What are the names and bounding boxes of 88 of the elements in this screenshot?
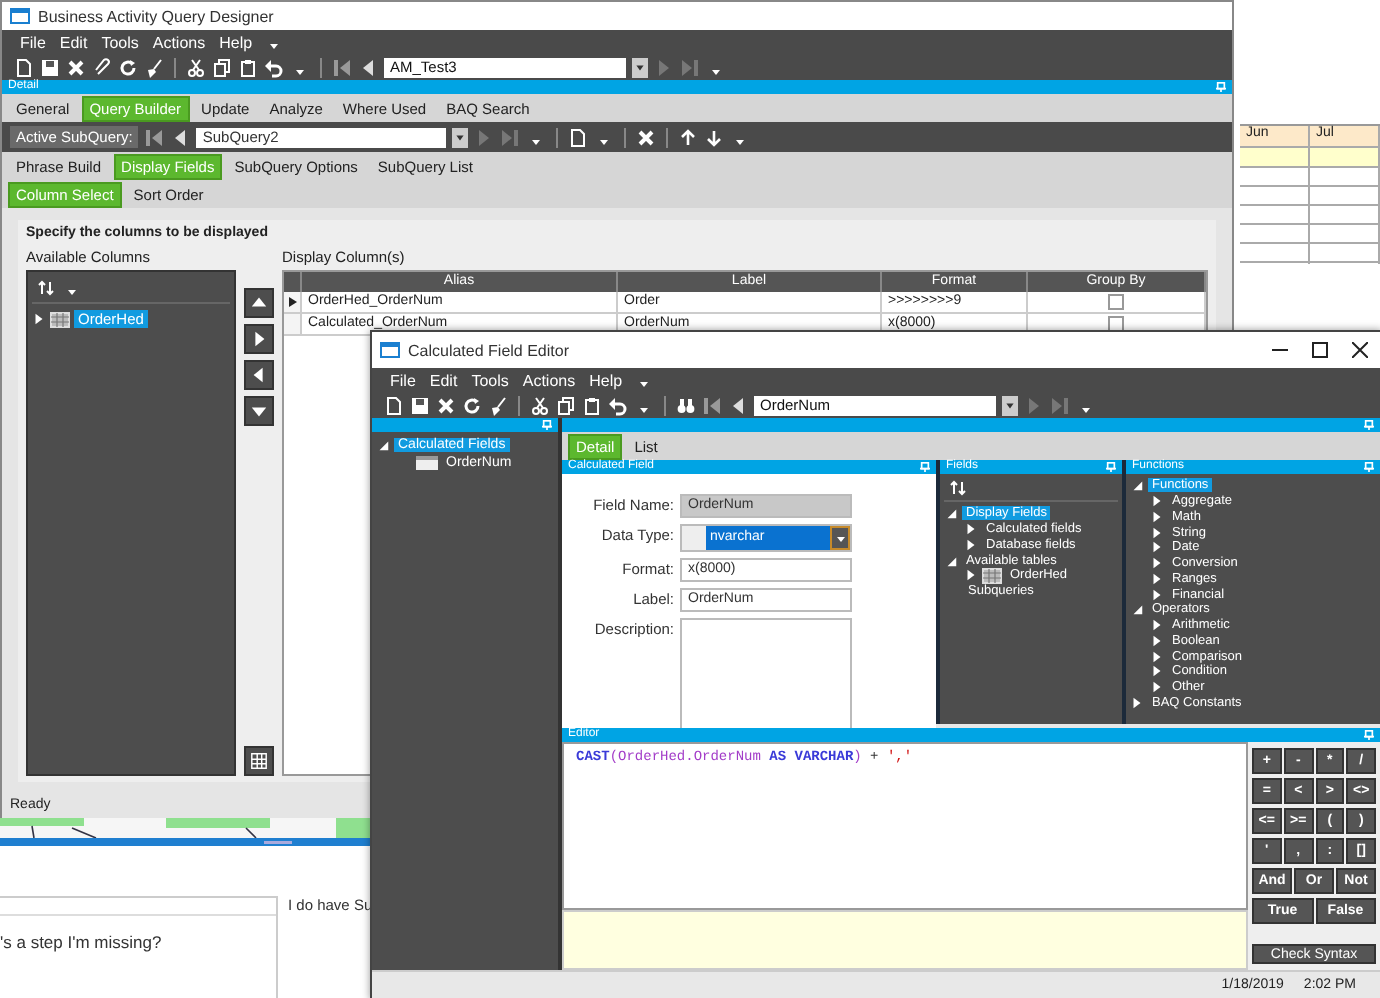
new-page-icon[interactable] [568,127,589,147]
window-title: Calculated Field Editor [408,341,569,359]
table-corner [284,272,302,292]
maximize-icon[interactable] [1312,342,1328,358]
scissors-icon[interactable] [186,57,206,77]
undo-icon[interactable] [608,395,628,415]
menu-item[interactable]: Help [587,371,625,389]
dropdown-button[interactable] [452,127,469,147]
menu-item[interactable]: Help [217,33,255,51]
move-button[interactable] [244,360,274,390]
move-button[interactable] [244,324,274,354]
save-icon[interactable] [410,395,430,415]
caret-icon [835,533,845,543]
menu-item[interactable]: Edit [427,371,460,389]
pin-icon[interactable] [1106,462,1116,472]
first-record-icon[interactable] [332,57,352,77]
save-icon[interactable] [40,57,60,77]
right-triangle-icon [250,330,268,348]
collapse-arrow-icon[interactable] [1130,602,1144,617]
cross-icon[interactable] [66,57,86,77]
down-triangle-icon [250,402,268,420]
clipboard-icon[interactable] [582,395,602,415]
sort-icon[interactable] [950,480,970,496]
left-triangle-icon [250,366,268,384]
first-record-icon[interactable] [144,127,165,147]
table-icon [50,311,70,328]
binoculars-icon[interactable] [676,395,696,415]
down-arrow-icon[interactable] [704,127,725,147]
copy-icon[interactable] [212,57,232,77]
close-icon[interactable] [1352,342,1368,358]
up-arrow-icon[interactable] [678,127,699,147]
pin-icon[interactable] [1364,730,1374,740]
pin-icon[interactable] [542,420,552,430]
dropdown-button[interactable] [1002,395,1018,415]
text-area[interactable] [680,618,852,732]
caret-icon [634,61,646,73]
refresh-icon[interactable] [118,57,138,77]
up-triangle-icon [250,294,268,312]
pin-icon[interactable] [1364,420,1374,430]
window-title: Business Activity Query Designer [38,7,274,25]
checkbox[interactable] [1108,294,1124,310]
expand-arrow-icon[interactable] [32,312,46,327]
dropdown-button[interactable] [632,57,648,77]
menu-item[interactable]: File [388,371,418,389]
window-icon [10,8,30,24]
menu-item[interactable]: Edit [57,33,90,51]
move-button[interactable] [244,396,274,426]
scissors-icon[interactable] [530,395,550,415]
move-button[interactable] [244,288,274,318]
paperclip-icon[interactable] [92,57,112,77]
undo-icon[interactable] [264,57,284,77]
row-selector[interactable] [284,292,302,314]
cross-icon[interactable] [436,395,456,415]
broom-icon[interactable] [488,395,508,415]
table-icon [982,567,1002,584]
grid-button[interactable] [244,746,274,776]
broom-icon[interactable] [144,57,164,77]
pin-icon[interactable] [920,462,930,472]
menu-item[interactable]: File [18,33,48,51]
menu-item[interactable]: Tools [469,371,511,389]
collapse-arrow-icon[interactable] [376,438,390,452]
collapse-arrow-icon[interactable] [944,553,958,568]
field-icon [416,456,438,470]
type-icon [682,526,706,550]
menu-item[interactable]: Tools [99,33,141,51]
expand-arrow-icon[interactable] [964,568,978,583]
pin-icon[interactable] [1364,462,1374,472]
sort-icon[interactable] [38,280,58,296]
menu-item[interactable]: Actions [520,371,578,389]
pin-icon[interactable] [1216,82,1226,92]
previous-icon[interactable] [170,127,191,147]
grid-icon [250,752,268,770]
spreadsheet-grid-drawing [1240,148,1380,264]
window-icon [380,342,400,358]
copy-icon[interactable] [556,395,576,415]
new-page-icon[interactable] [14,57,34,77]
caret-icon [1004,399,1016,411]
collapse-arrow-icon[interactable] [944,506,958,521]
collapse-arrow-icon[interactable] [1130,478,1144,493]
cross-icon[interactable] [636,127,657,147]
menu-item[interactable]: Actions [150,33,208,51]
caret-icon [454,131,467,143]
clipboard-icon[interactable] [238,57,258,77]
refresh-icon[interactable] [462,395,482,415]
expand-arrow-icon[interactable] [1130,695,1144,710]
row-pointer-icon [287,296,297,308]
new-page-icon[interactable] [384,395,404,415]
reply-text: 's a step I'm missing? [0,930,164,952]
